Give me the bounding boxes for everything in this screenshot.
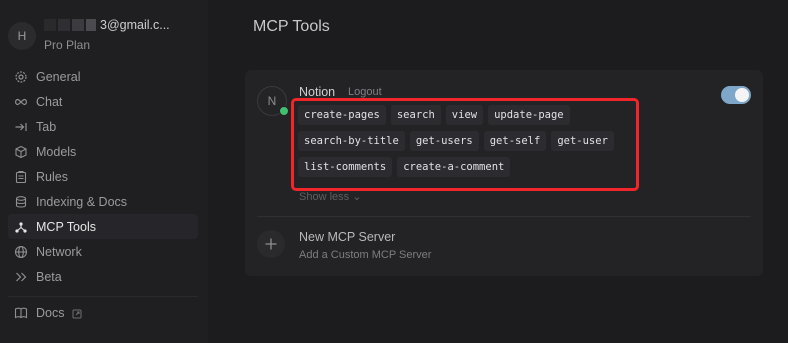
sidebar-item-chat[interactable]: Chat [8,89,198,114]
mcp-servers-panel: N Notion Logout create-pages search view… [245,70,763,276]
sidebar-item-rules[interactable]: Rules [8,164,198,189]
redaction-block [44,19,56,31]
sidebar: H 3@gmail.c... Pro Plan General Chat Tab… [0,0,208,343]
tool-chip[interactable]: get-user [551,131,614,151]
arrow-to-line-icon [14,120,28,134]
sidebar-item-models[interactable]: Models [8,139,198,164]
sidebar-item-general[interactable]: General [8,64,198,89]
external-link-icon [72,308,82,319]
infinity-icon [14,95,28,109]
settings-nav: General Chat Tab Models Rules Indexing &… [8,64,198,289]
panel-divider [257,216,751,217]
tool-row: create-pages search view update-page [298,105,621,125]
settings-window: H 3@gmail.c... Pro Plan General Chat Tab… [0,0,788,343]
book-icon [14,306,28,320]
clipboard-icon [14,170,28,184]
redaction-block [86,19,96,31]
docs-label: Docs [36,306,65,320]
logout-link[interactable]: Logout [348,86,382,98]
show-less-link[interactable]: Show less ⌄ [299,190,361,203]
new-mcp-server-title[interactable]: New MCP Server [299,230,395,244]
sidebar-item-beta[interactable]: Beta [8,264,198,289]
avatar: H [8,22,36,50]
sidebar-item-label: Beta [36,269,62,284]
sidebar-item-network[interactable]: Network [8,239,198,264]
sidebar-item-label: Indexing & Docs [36,194,128,209]
sidebar-item-label: Rules [36,169,68,184]
new-mcp-server-subtitle: Add a Custom MCP Server [299,249,432,261]
globe-icon [14,245,28,259]
docs-link[interactable]: Docs [14,306,82,320]
plus-icon [265,238,277,250]
tool-chip[interactable]: get-self [483,131,547,151]
tool-chip[interactable]: get-users [409,131,479,151]
tool-chip[interactable]: view [445,105,484,125]
cube-icon [14,145,28,159]
sidebar-item-indexing-docs[interactable]: Indexing & Docs [8,189,198,214]
account-summary[interactable]: H 3@gmail.c... Pro Plan [8,12,203,56]
plan-label: Pro Plan [44,38,91,52]
tool-chip[interactable]: create-a-comment [397,157,511,177]
sidebar-item-label: Network [36,244,82,259]
server-enable-toggle[interactable] [721,86,751,104]
sidebar-item-label: MCP Tools [36,219,96,234]
tool-row: search-by-title get-users get-self get-u… [298,131,621,151]
add-server-button[interactable] [257,230,285,258]
tool-row: list-comments create-a-comment [298,157,621,177]
page-title: MCP Tools [253,18,330,35]
tool-chip[interactable]: list-comments [298,157,393,177]
account-email: 3@gmail.c... [100,18,170,32]
toggle-knob [735,88,749,102]
database-icon [14,195,28,209]
redaction-block [58,19,70,31]
tool-chip[interactable]: create-pages [298,105,386,125]
tool-chip[interactable]: search [390,105,441,125]
double-chevron-right-icon [14,270,28,284]
sidebar-item-mcp-tools[interactable]: MCP Tools [8,214,198,239]
network-node-icon [14,220,28,234]
server-name: Notion [299,85,336,99]
sidebar-item-label: Tab [36,119,57,134]
sidebar-divider [8,296,198,297]
tool-chip[interactable]: search-by-title [298,131,405,151]
email-row: 3@gmail.c... [44,16,200,34]
tool-list: create-pages search view update-page sea… [298,105,621,192]
sidebar-item-label: Chat [36,94,63,109]
sidebar-item-tab[interactable]: Tab [8,114,198,139]
tool-chip[interactable]: update-page [488,105,570,125]
redaction-block [72,19,84,31]
status-indicator [279,106,289,116]
sidebar-item-label: Models [36,144,77,159]
sidebar-item-label: General [36,69,81,84]
gear-icon [14,70,28,84]
